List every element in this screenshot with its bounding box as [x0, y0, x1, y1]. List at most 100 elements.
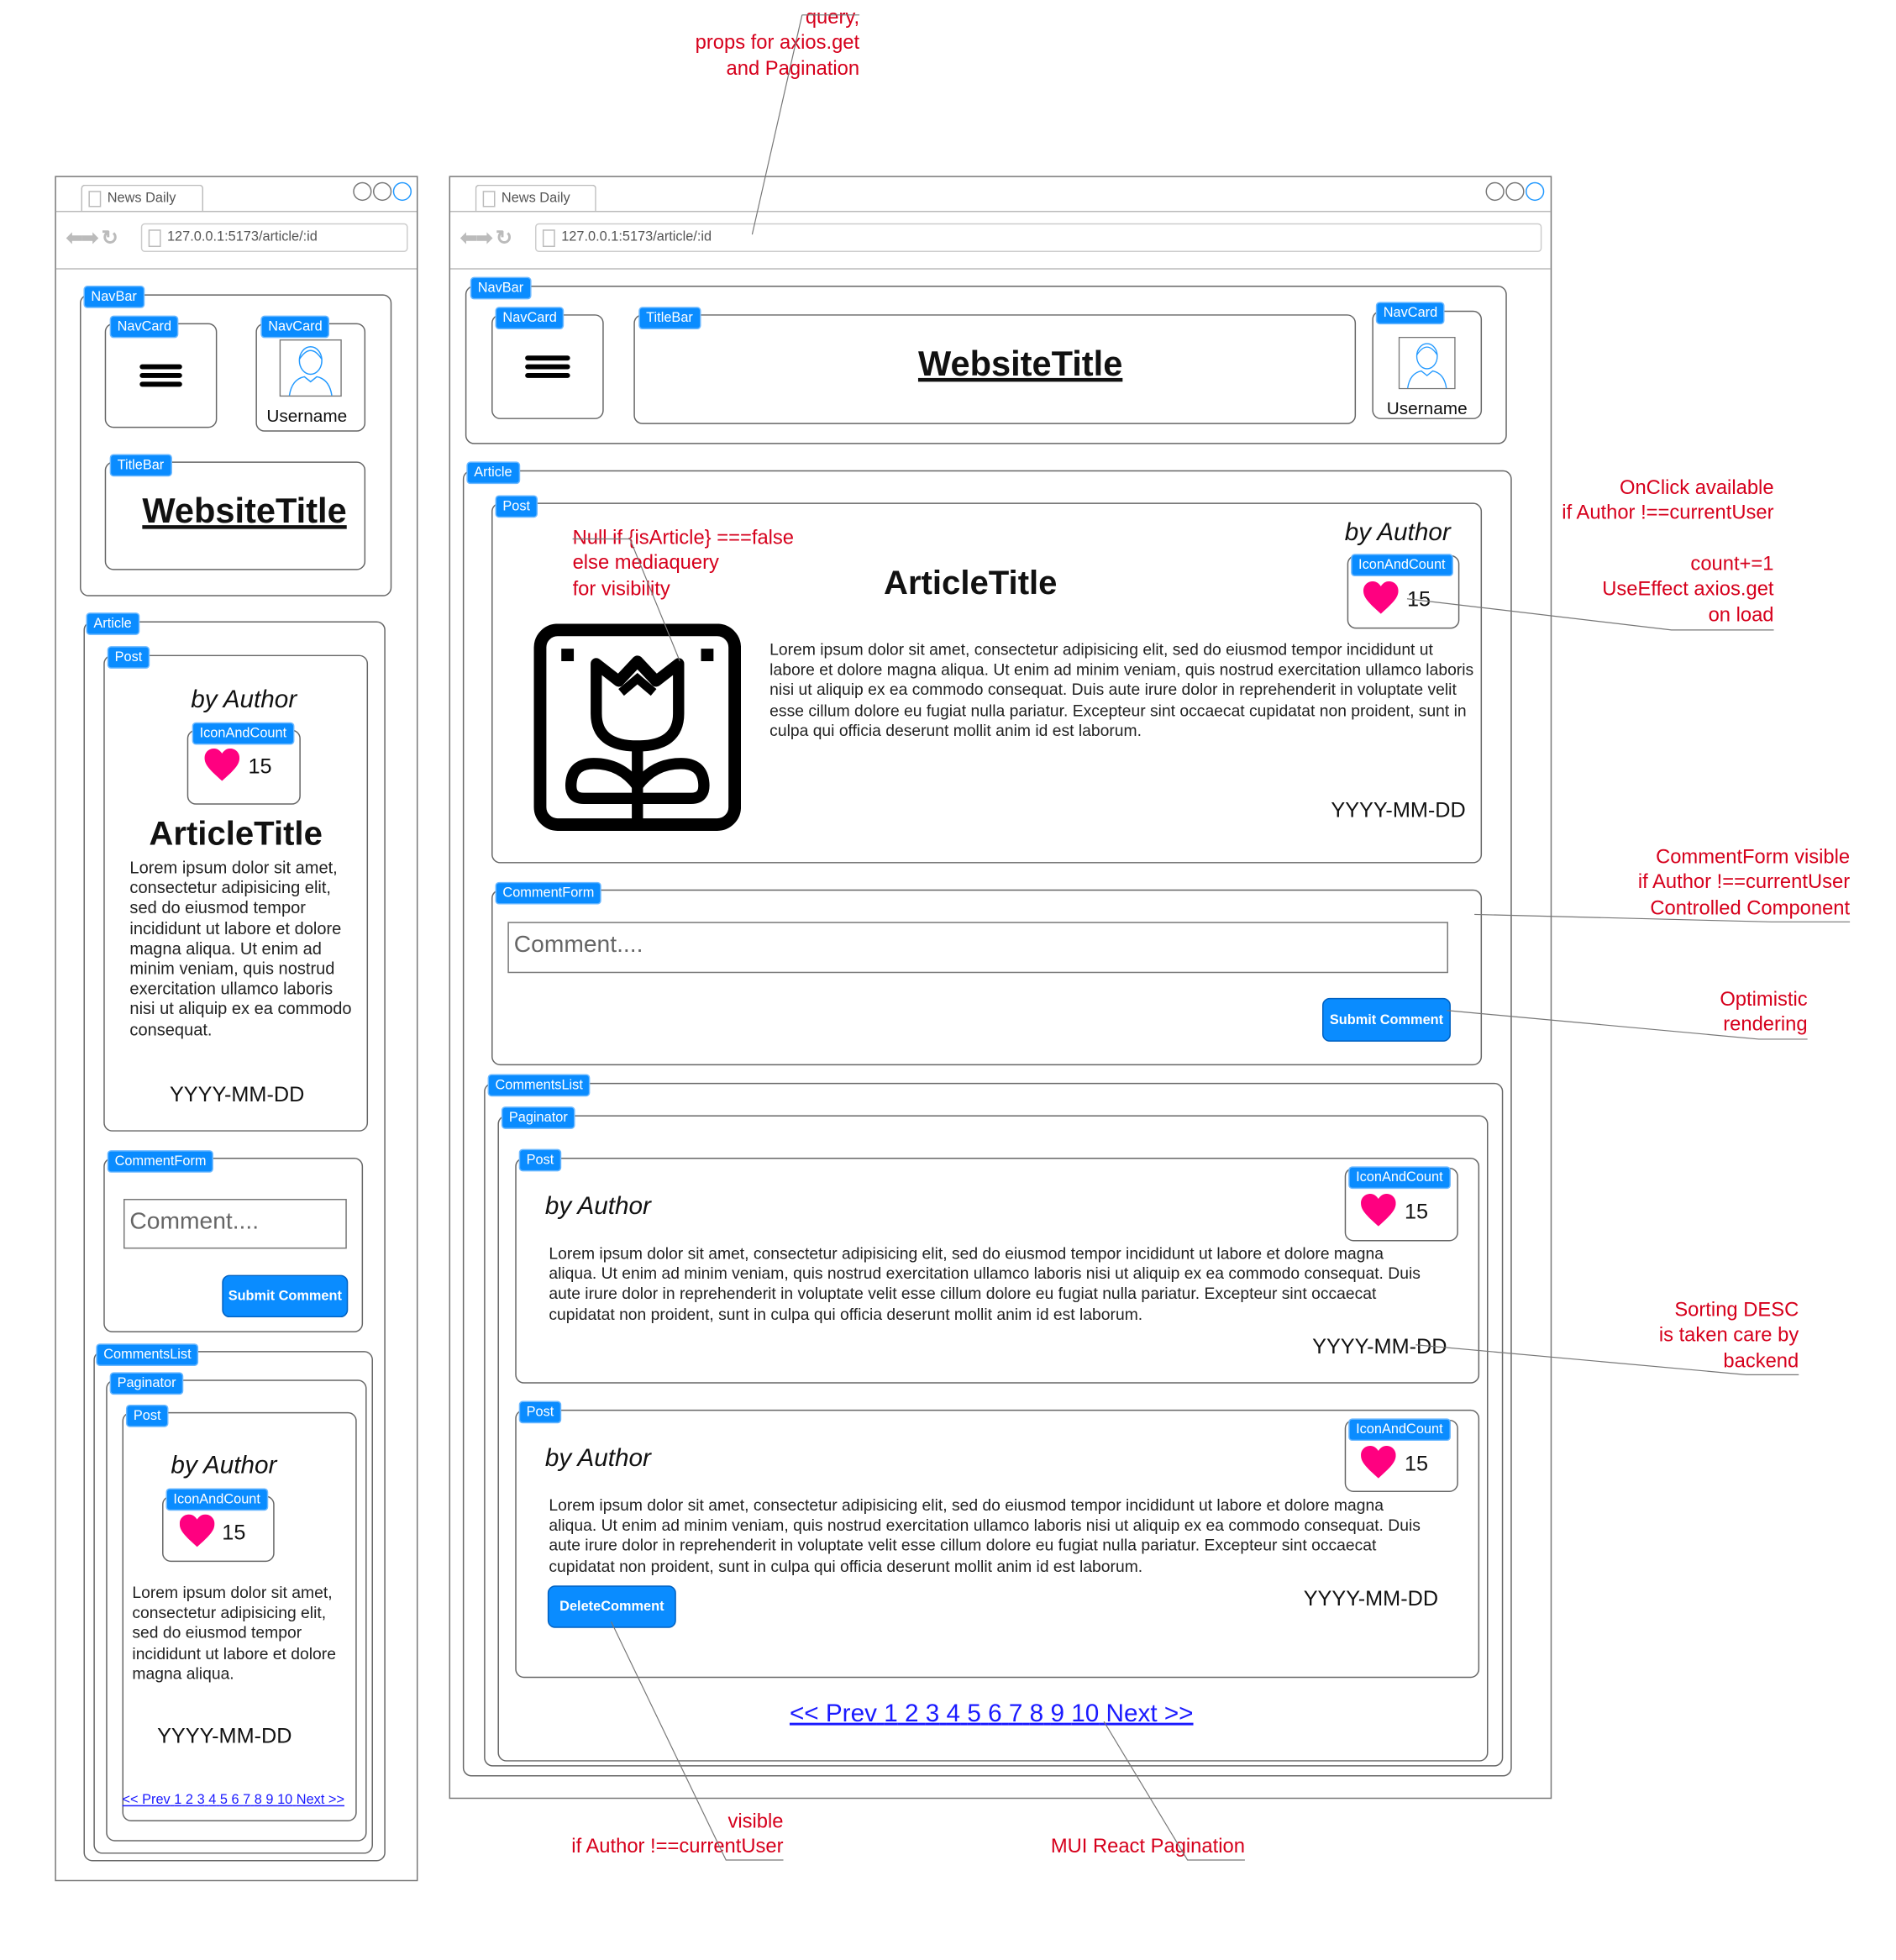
window-control-icon[interactable] [1485, 181, 1505, 202]
back-arrow-icon[interactable]: ⬅ [66, 229, 83, 250]
pagination-link[interactable]: << Prev [123, 1793, 171, 1808]
post-label: Post [107, 646, 150, 669]
article-body: Lorem ipsum dolor sit amet, consectetur … [769, 639, 1474, 740]
user-avatar-icon [1398, 336, 1456, 390]
pagination-link[interactable]: 6 [231, 1793, 239, 1808]
comment-input[interactable]: Comment.... [123, 1198, 347, 1249]
window-control-icon[interactable] [353, 181, 372, 202]
post-label: Post [518, 1148, 562, 1172]
pagination-link[interactable]: 9 [265, 1793, 273, 1808]
address-bar[interactable]: 127.0.0.1:5173/article/:id [140, 223, 408, 252]
pagination-link[interactable]: 7 [243, 1793, 250, 1808]
page-icon [482, 191, 496, 208]
comment-date: YYYY-MM-DD [1303, 1586, 1439, 1611]
window-control-icon[interactable] [372, 181, 392, 202]
comment-input[interactable]: Comment.... [507, 922, 1448, 974]
pagination-link[interactable]: 10 [277, 1793, 292, 1808]
forward-arrow-icon[interactable]: ➡ [475, 229, 492, 250]
vote-count: 15 [1406, 587, 1431, 612]
window-control-icon[interactable] [392, 181, 412, 202]
comment-form-label: CommentForm [495, 881, 602, 905]
heart-icon[interactable] [1361, 1194, 1396, 1227]
refresh-icon[interactable]: ↻ [102, 229, 118, 250]
pagination-link[interactable]: 2 [905, 1700, 919, 1728]
heart-icon[interactable] [1361, 1445, 1396, 1479]
hamburger-menu-icon[interactable] [139, 364, 182, 391]
pagination-spacer [1002, 1700, 1009, 1728]
vote-count: 15 [1404, 1200, 1429, 1224]
annotation-line: is taken care by [1658, 1325, 1799, 1347]
pagination-spacer [1099, 1700, 1106, 1728]
forward-arrow-icon[interactable]: ➡ [81, 229, 98, 250]
pagination-link[interactable]: 3 [197, 1793, 205, 1808]
annotation-line: Optimistic [1720, 989, 1808, 1011]
pagination-spacer [1043, 1700, 1050, 1728]
heart-icon[interactable] [179, 1514, 215, 1548]
annotation-line: if Author !==currentUser [1562, 502, 1774, 525]
username: Username [266, 405, 348, 426]
pagination-link[interactable]: 8 [255, 1793, 262, 1808]
annotation-line: and Pagination [726, 58, 860, 80]
window-control-icon[interactable] [1526, 181, 1545, 202]
delete-comment-button[interactable]: DeleteComment [547, 1585, 676, 1628]
username: Username [1386, 397, 1468, 418]
pagination-spacer [919, 1700, 926, 1728]
hamburger-menu-icon[interactable] [525, 355, 570, 381]
annotation-line: props for axios.get [695, 33, 860, 55]
submit-comment-button[interactable]: Submit Comment [222, 1274, 349, 1318]
pagination-link[interactable]: 7 [1009, 1700, 1023, 1728]
pagination-link[interactable]: 6 [988, 1700, 1002, 1728]
address-bar[interactable]: 127.0.0.1:5173/article/:id [535, 223, 1542, 252]
article-title: ArticleTitle [149, 814, 323, 853]
pagination-link[interactable]: 2 [186, 1793, 193, 1808]
post-label: Post [518, 1400, 562, 1424]
pagination-spacer [981, 1700, 988, 1728]
icon-and-count-label: IconAndCount [1351, 554, 1453, 577]
annotation-line: rendering [1723, 1014, 1808, 1036]
vote-count: 15 [1404, 1452, 1429, 1476]
pagination-link[interactable]: 1 [174, 1793, 181, 1808]
url-text: 127.0.0.1:5173/article/:id [561, 229, 712, 245]
page-icon [542, 229, 555, 248]
pagination-link[interactable]: 1 [884, 1700, 898, 1728]
browser-tab[interactable]: News Daily [81, 184, 204, 211]
pagination-link[interactable]: Next >> [297, 1793, 344, 1808]
browser-tab[interactable]: News Daily [475, 184, 596, 211]
pagination-link[interactable]: 4 [947, 1700, 961, 1728]
window-control-icon[interactable] [1505, 181, 1525, 202]
annotation-line: on load [1708, 604, 1774, 626]
annotation-line: visible [727, 1811, 784, 1833]
heart-icon[interactable] [204, 748, 240, 782]
pagination-link[interactable]: << Prev [790, 1700, 877, 1728]
annotation-line: backend [1723, 1350, 1799, 1372]
annotation-mui: MUI React Pagination [1051, 1835, 1245, 1860]
pagination-link[interactable]: 5 [967, 1700, 981, 1728]
annotation-line: query, [805, 7, 860, 29]
pagination-link[interactable]: 10 [1071, 1700, 1099, 1728]
annotation-line: count+=1 [1690, 554, 1774, 575]
annotation-onclick: OnClick available if Author !==currentUs… [1562, 476, 1773, 527]
icon-and-count-label: IconAndCount [192, 722, 295, 745]
pagination-spacer [1064, 1700, 1071, 1728]
comment-author: by Author [544, 1444, 651, 1473]
annotation-comment-form: CommentForm visible if Author !==current… [1638, 846, 1850, 922]
navbar-label: NavBar [470, 276, 532, 300]
comments-list-label: CommentsList [96, 1343, 199, 1366]
submit-comment-button[interactable]: Submit Comment [1321, 997, 1451, 1042]
back-arrow-icon[interactable]: ⬅ [460, 229, 477, 250]
annotation-line: OnClick available [1619, 477, 1774, 499]
website-title[interactable]: WebsiteTitle [142, 491, 346, 532]
pagination-link[interactable]: Next >> [1106, 1700, 1194, 1728]
website-title[interactable]: WebsiteTitle [918, 344, 1122, 385]
pagination-link[interactable]: 9 [1050, 1700, 1064, 1728]
comment-author: by Author [171, 1452, 277, 1480]
heart-icon[interactable] [1363, 581, 1399, 615]
pagination-link[interactable]: 8 [1030, 1700, 1044, 1728]
article-body: Lorem ipsum dolor sit amet, consectetur … [129, 858, 352, 1039]
refresh-icon[interactable]: ↻ [496, 229, 512, 250]
article-title: ArticleTitle [884, 564, 1058, 602]
vote-count: 15 [222, 1521, 246, 1545]
wireframe-canvas: News Daily ⬅➡ ↻ 127.0.0.1:5173/article/:… [0, 0, 1896, 1960]
pagination-link[interactable]: 3 [926, 1700, 940, 1728]
annotation-null-if: Null if {isArticle} ===false else mediaq… [573, 527, 794, 602]
